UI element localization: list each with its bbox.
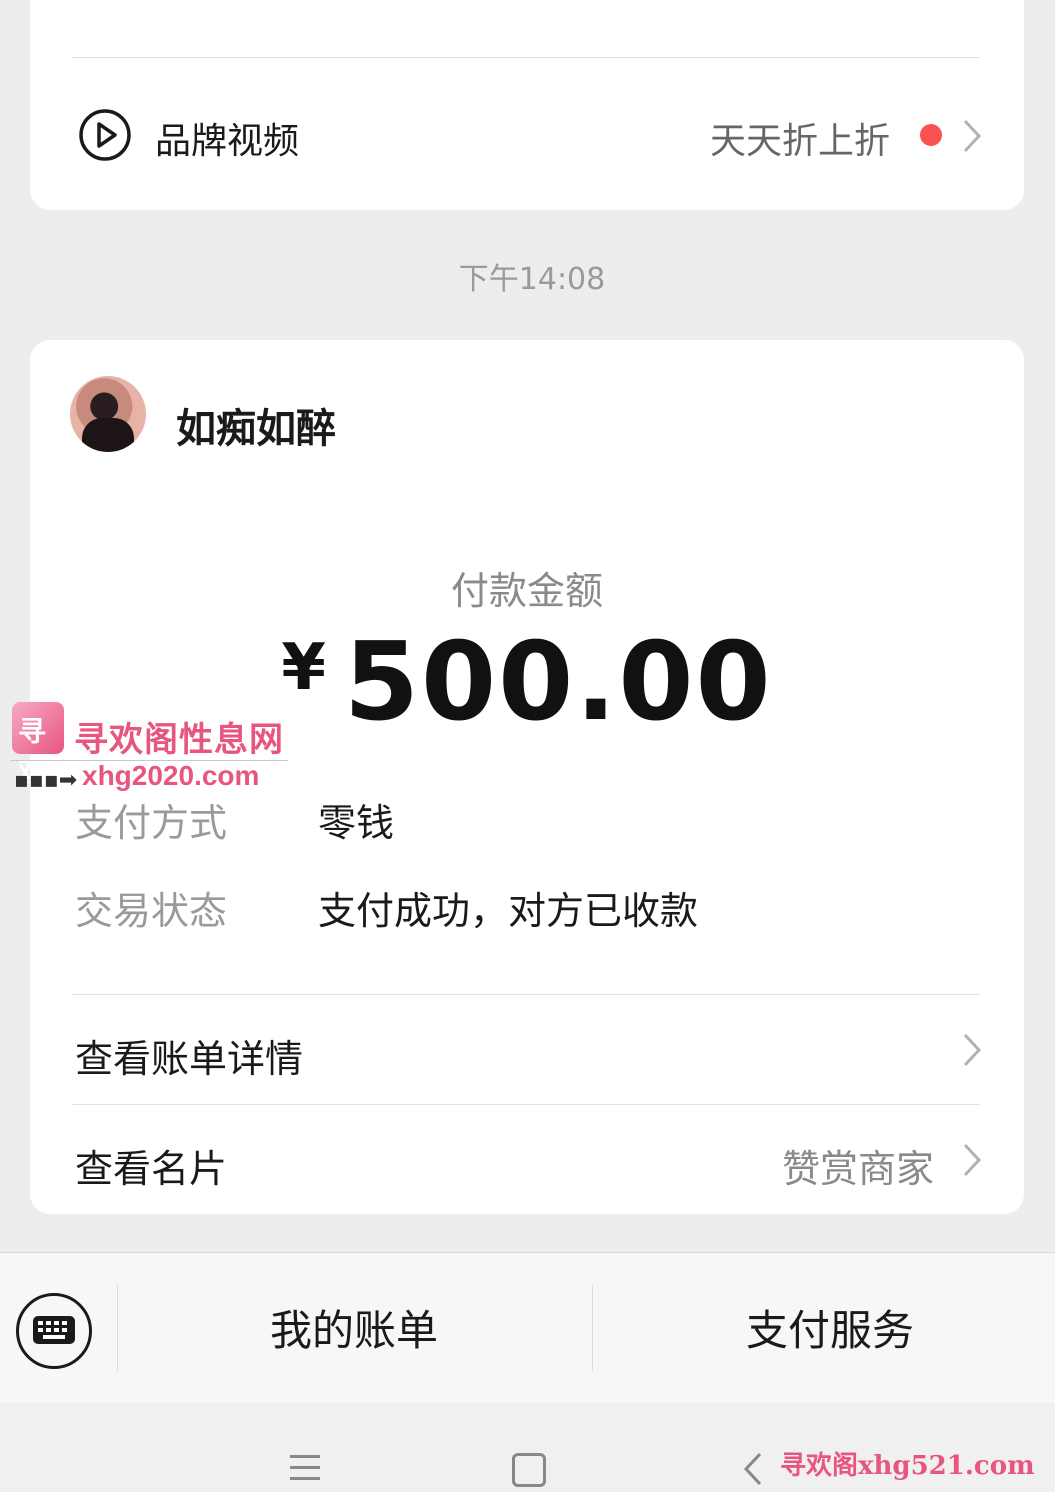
transaction-status-value: 支付成功，对方已收款	[318, 889, 699, 933]
amount-value: 500.00	[343, 620, 773, 745]
chevron-right-icon[interactable]	[962, 1142, 982, 1178]
view-card-link[interactable]: 查看名片	[75, 1138, 227, 1193]
notification-dot	[920, 124, 942, 146]
home-icon[interactable]	[512, 1453, 546, 1487]
avatar-figure	[82, 418, 134, 452]
keyboard-button[interactable]	[16, 1293, 92, 1369]
bottom-menu-bar: 我的账单 支付服务	[0, 1252, 1055, 1403]
transaction-status-label: 交易状态	[75, 889, 228, 933]
arrow-icon: ▪▪▪➡	[14, 768, 78, 793]
watermark-url: xhg2020.com	[82, 760, 260, 791]
payee-name: 如痴如醉	[176, 406, 336, 452]
watermark-logo: 寻欢	[12, 702, 64, 788]
divider	[72, 57, 980, 58]
promo-label[interactable]: 天天折上折	[710, 112, 890, 164]
chevron-right-icon[interactable]	[962, 1032, 982, 1068]
divider	[72, 1104, 980, 1105]
payment-services-button[interactable]: 支付服务	[680, 1297, 980, 1358]
top-card: 品牌视频 天天折上折	[30, 0, 1024, 210]
watermark: 寻欢 寻欢阁性息网 ▪▪▪➡ xhg2020.com	[10, 702, 290, 802]
tip-merchant-label[interactable]: 赞赏商家	[782, 1138, 934, 1193]
watermark-bottom: 寻欢阁xhg521.com	[780, 1451, 1035, 1481]
watermark-title: 寻欢阁性息网	[74, 720, 284, 760]
message-timestamp: 下午14:08	[458, 262, 606, 297]
keyboard-icon	[33, 1316, 75, 1344]
brand-video-label[interactable]: 品牌视频	[155, 112, 299, 164]
menu-icon[interactable]	[290, 1455, 320, 1481]
chevron-right-icon[interactable]	[962, 118, 982, 154]
currency-symbol: ¥	[281, 631, 326, 705]
view-bill-details-link[interactable]: 查看账单详情	[75, 1028, 303, 1083]
play-circle-icon	[79, 109, 131, 161]
payment-method-value: 零钱	[318, 801, 395, 845]
divider	[117, 1285, 118, 1371]
my-bills-button[interactable]: 我的账单	[204, 1297, 504, 1358]
back-icon[interactable]	[742, 1451, 764, 1487]
avatar[interactable]	[70, 376, 146, 452]
divider	[592, 1285, 593, 1371]
divider	[72, 994, 980, 995]
amount-label: 付款金额	[450, 569, 603, 613]
system-nav-bar: 寻欢阁xhg521.com	[0, 1403, 1055, 1492]
